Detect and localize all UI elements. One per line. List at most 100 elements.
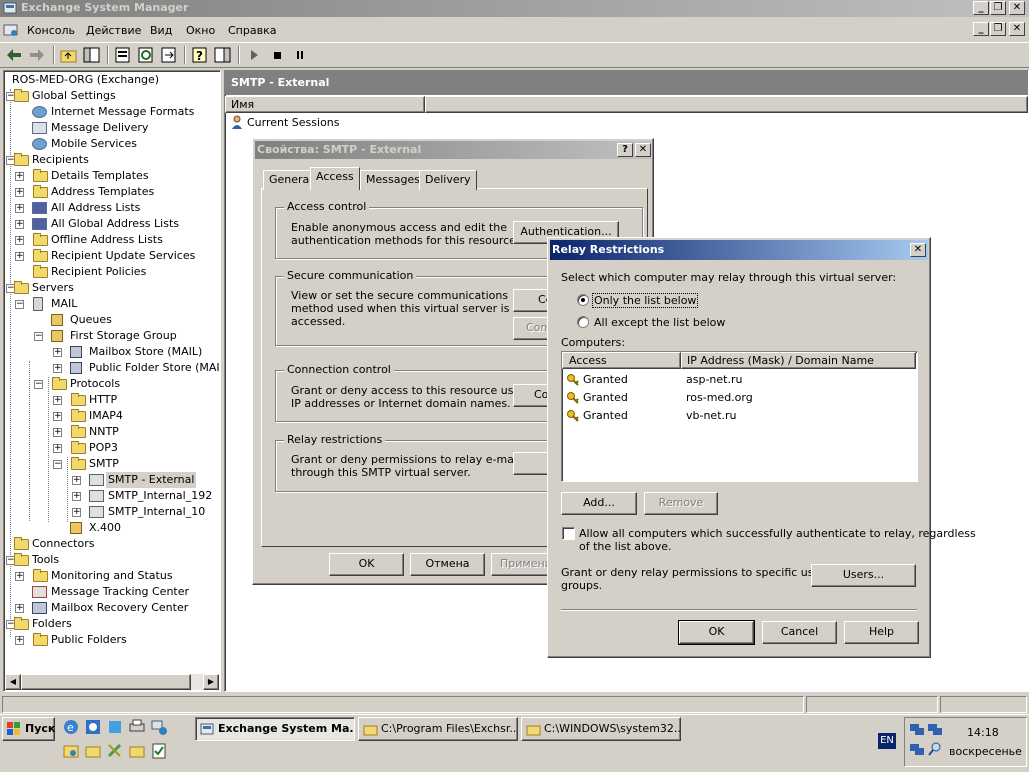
tree-item-smtp[interactable]: − SMTP xyxy=(4,456,219,472)
taskbar-button-system32[interactable]: C:\WINDOWS\system32... xyxy=(521,717,681,741)
relay-ok-button[interactable]: OK xyxy=(678,620,755,645)
expand-icon[interactable]: + xyxy=(53,396,62,405)
network-icon[interactable] xyxy=(150,718,168,736)
column-header-address[interactable]: IP Address (Mask) / Domain Name xyxy=(681,352,916,369)
add-button[interactable]: Add... xyxy=(561,492,637,515)
radio-only-list-label[interactable]: Only the list below xyxy=(591,293,699,308)
tree-item-http[interactable]: + HTTP xyxy=(4,392,219,408)
expand-icon[interactable]: + xyxy=(15,236,24,245)
expand-icon[interactable]: + xyxy=(53,412,62,421)
clock-time[interactable]: 14:18 xyxy=(967,726,999,739)
menu-help[interactable]: Справка xyxy=(228,24,276,37)
allow-authenticated-label[interactable]: of the list above. xyxy=(579,540,672,553)
tree-item-smtp-external[interactable]: + SMTP - External xyxy=(4,472,219,488)
allow-authenticated-checkbox[interactable] xyxy=(562,527,575,540)
expand-icon[interactable]: + xyxy=(53,364,62,373)
tree-item-all-address-lists[interactable]: + All Address Lists xyxy=(4,200,219,216)
dialog-help-button[interactable]: ? xyxy=(617,143,633,157)
network-tray-icon[interactable] xyxy=(927,721,943,737)
dialog-close-button[interactable]: ✕ xyxy=(635,143,651,157)
folder-icon[interactable] xyxy=(128,742,146,760)
action-pane-icon[interactable] xyxy=(213,46,233,64)
collapse-icon[interactable]: − xyxy=(34,380,43,389)
tree-item-mail-server[interactable]: − MAIL xyxy=(4,296,219,312)
export-list-icon[interactable] xyxy=(159,46,179,64)
tree-item-address-templates[interactable]: + Address Templates xyxy=(4,184,219,200)
tree-item-global-settings[interactable]: − Global Settings xyxy=(4,88,219,104)
tab-messages[interactable]: Messages xyxy=(360,170,426,190)
tree-item-imap4[interactable]: + IMAP4 xyxy=(4,408,219,424)
show-tree-icon[interactable] xyxy=(82,46,102,64)
tree-item-offline-address-lists[interactable]: + Offline Address Lists xyxy=(4,232,219,248)
tree-item-public-folders[interactable]: + Public Folders xyxy=(4,632,219,648)
tree-item-monitoring-and-status[interactable]: + Monitoring and Status xyxy=(4,568,219,584)
scroll-left-button[interactable]: ◀ xyxy=(5,674,21,690)
language-indicator[interactable]: EN xyxy=(878,733,896,749)
tree-hscrollbar[interactable]: ◀ ▶ xyxy=(5,674,219,690)
tree-item-mobile-services[interactable]: Mobile Services xyxy=(4,136,219,152)
tree-item-smtp-internal-10[interactable]: + SMTP_Internal_10 xyxy=(4,504,219,520)
taskbar-button-exchange[interactable]: Exchange System Ma... xyxy=(195,717,355,741)
computers-list[interactable]: Access IP Address (Mask) / Domain Name G… xyxy=(561,351,918,482)
tree-item-first-storage-group[interactable]: − First Storage Group xyxy=(4,328,219,344)
expand-icon[interactable]: + xyxy=(72,492,81,501)
child-restore-button[interactable]: ❐ xyxy=(990,22,1006,36)
expand-icon[interactable]: + xyxy=(15,572,24,581)
tree-item-pop3[interactable]: + POP3 xyxy=(4,440,219,456)
tree-pane[interactable]: ROS-MED-ORG (Exchange) − Global Settings… xyxy=(3,70,221,692)
tree-item-message-tracking-center[interactable]: Message Tracking Center xyxy=(4,584,219,600)
pause-icon[interactable] xyxy=(290,46,310,64)
checklist-icon[interactable] xyxy=(150,742,168,760)
tools-icon[interactable] xyxy=(106,742,124,760)
close-button[interactable]: ✕ xyxy=(1009,1,1025,15)
expand-icon[interactable]: + xyxy=(15,604,24,613)
explorer-icon[interactable] xyxy=(62,742,80,760)
start-icon[interactable] xyxy=(244,46,264,64)
tree-item-details-templates[interactable]: + Details Templates xyxy=(4,168,219,184)
column-header-name[interactable]: Имя xyxy=(225,96,425,113)
table-row[interactable]: Granted asp-net.ru xyxy=(562,371,917,389)
collapse-icon[interactable]: − xyxy=(34,332,43,341)
menu-action[interactable]: Действие xyxy=(86,24,141,37)
taskbar-button-folder[interactable]: C:\Program Files\Exchsr... xyxy=(358,717,518,741)
tree-item-connectors[interactable]: Connectors xyxy=(4,536,219,552)
tree-item-all-global-address-lists[interactable]: + All Global Address Lists xyxy=(4,216,219,232)
ie-icon[interactable]: e xyxy=(62,718,80,736)
relay-cancel-button[interactable]: Cancel xyxy=(762,621,837,644)
network-tray-icon[interactable] xyxy=(909,721,925,737)
remove-button[interactable]: Remove xyxy=(644,492,718,515)
menu-view[interactable]: Вид xyxy=(150,24,172,37)
tree-item-x400[interactable]: X.400 xyxy=(4,520,219,536)
child-close-button[interactable]: ✕ xyxy=(1009,22,1025,36)
tree-item-recipient-policies[interactable]: Recipient Policies xyxy=(4,264,219,280)
table-row[interactable]: Granted vb-net.ru xyxy=(562,407,917,425)
expand-icon[interactable]: + xyxy=(72,508,81,517)
tree-item-internet-message-formats[interactable]: Internet Message Formats xyxy=(4,104,219,120)
users-button[interactable]: Users... xyxy=(811,564,916,587)
cancel-button[interactable]: Отмена xyxy=(410,553,485,576)
collapse-icon[interactable]: − xyxy=(53,460,62,469)
outlook-icon[interactable] xyxy=(84,718,102,736)
tree-item-tools[interactable]: − Tools xyxy=(4,552,219,568)
collapse-icon[interactable]: − xyxy=(15,300,24,309)
maximize-button[interactable]: ❐ xyxy=(990,1,1006,15)
expand-icon[interactable]: + xyxy=(15,188,24,197)
tree-item-folders[interactable]: − Folders xyxy=(4,616,219,632)
back-icon[interactable] xyxy=(4,46,24,64)
minimize-button[interactable]: _ xyxy=(973,1,989,15)
tree-item-mailbox-recovery-center[interactable]: + Mailbox Recovery Center xyxy=(4,600,219,616)
tree-item-nntp[interactable]: + NNTP xyxy=(4,424,219,440)
scroll-right-button[interactable]: ▶ xyxy=(203,674,219,690)
expand-icon[interactable]: + xyxy=(53,444,62,453)
expand-icon[interactable]: + xyxy=(15,252,24,261)
up-folder-icon[interactable] xyxy=(59,46,79,64)
radio-all-except[interactable] xyxy=(577,316,589,328)
tab-delivery[interactable]: Delivery xyxy=(419,170,477,190)
relay-close-button[interactable]: ✕ xyxy=(910,243,926,257)
expand-icon[interactable]: + xyxy=(15,220,24,229)
expand-icon[interactable]: + xyxy=(53,348,62,357)
expand-icon[interactable]: + xyxy=(15,636,24,645)
refresh-icon[interactable] xyxy=(136,46,156,64)
allow-authenticated-label[interactable]: Allow all computers which successfully a… xyxy=(579,527,976,540)
tree-item-message-delivery[interactable]: Message Delivery xyxy=(4,120,219,136)
